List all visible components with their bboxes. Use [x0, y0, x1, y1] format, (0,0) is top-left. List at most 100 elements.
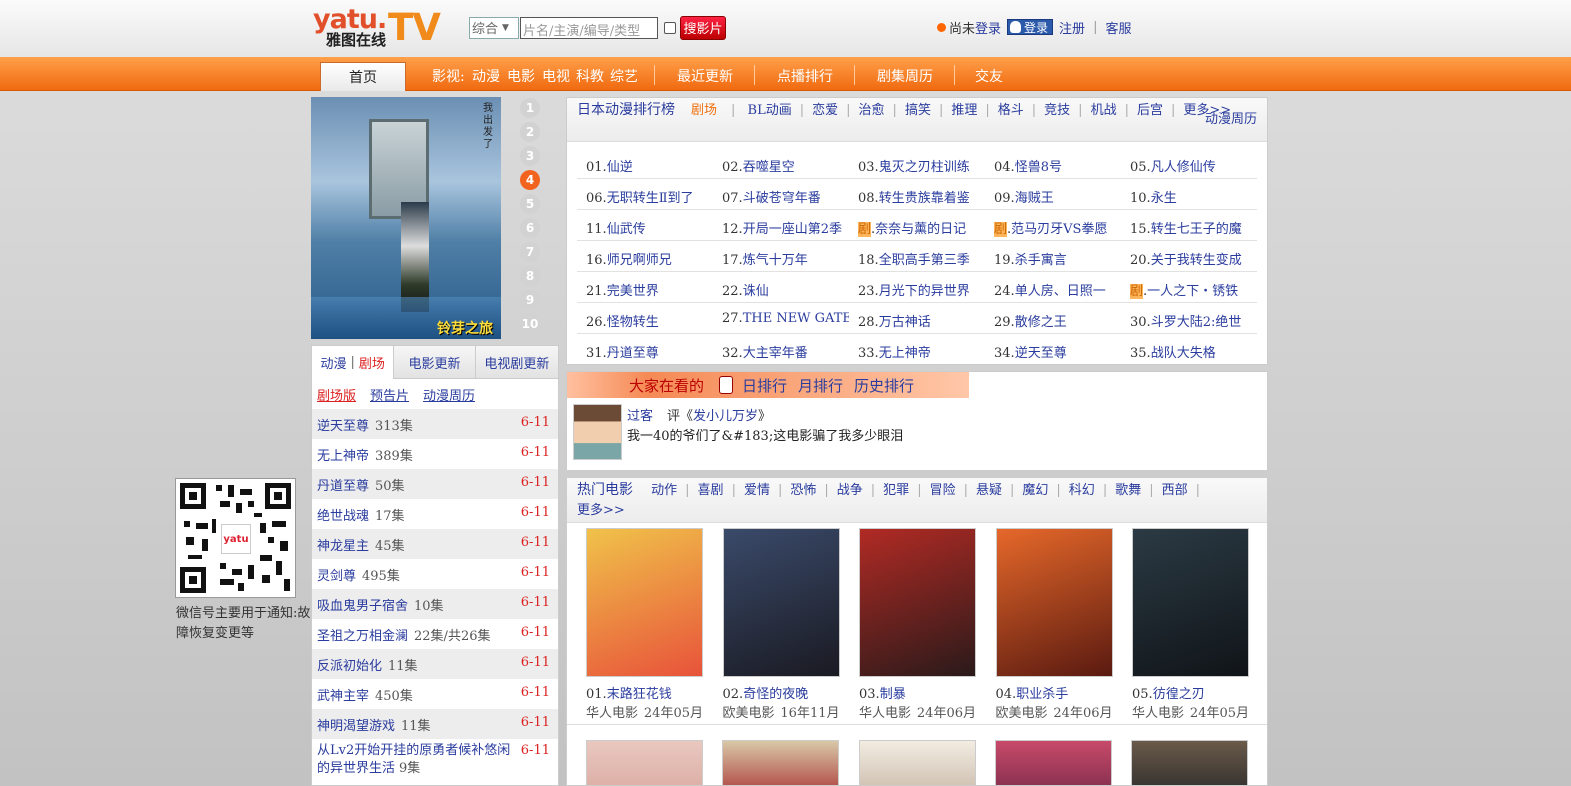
history-rank-link[interactable]: 历史排行 — [854, 375, 914, 396]
ranking-title[interactable]: 丹道至尊 — [607, 346, 659, 361]
ranking-title[interactable]: 关于我转生变成 — [1151, 253, 1242, 268]
more-link[interactable]: 更多>> — [577, 503, 625, 518]
movie-card[interactable]: 01.末路狂花钱 华人电影 24年05月 — [586, 528, 703, 721]
genre-link[interactable]: 悬疑 — [976, 483, 1002, 498]
ranking-title[interactable]: 单人房、日照一 — [1015, 284, 1106, 299]
ranking-title[interactable]: 无职转生Ⅱ到了 — [607, 191, 694, 206]
ranking-item[interactable]: 04.怪兽8号 — [985, 148, 1121, 178]
ranking-title[interactable]: 大主宰年番 — [743, 346, 808, 361]
ranking-item[interactable]: 22.诛仙 — [713, 272, 849, 302]
nav-recent[interactable]: 最近更新 — [677, 66, 733, 86]
hot-movies-title[interactable]: 热门电影 — [577, 482, 633, 498]
ranking-item[interactable]: 33.无上神帝 — [849, 334, 985, 365]
movie-poster[interactable] — [722, 528, 840, 677]
ranking-item[interactable]: 23.月光下的异世界 — [849, 272, 985, 302]
list-item[interactable]: 无上神帝 389集 6-11 — [312, 439, 558, 469]
ranking-title[interactable]: 师兄啊师兄 — [607, 253, 672, 268]
list-item[interactable]: 圣祖之万相金澜 22集/共26集 6-11 — [312, 619, 558, 649]
update-title[interactable]: 无上神帝 — [317, 445, 369, 464]
movie-title[interactable]: 彷徨之刃 — [1153, 687, 1205, 702]
anime-calendar-link[interactable]: 动漫周历 — [1205, 110, 1257, 130]
anime-ranking-title[interactable]: 日本动漫排行榜 — [577, 102, 675, 118]
nav-anime[interactable]: 动漫 — [472, 66, 500, 86]
movie-poster[interactable] — [722, 740, 839, 785]
genre-link[interactable]: 恐怖 — [790, 483, 816, 498]
movie-title[interactable]: 职业杀手 — [1016, 687, 1068, 702]
ranking-item[interactable]: 02.吞噬星空 — [713, 148, 849, 178]
genre-link[interactable]: 后宫 — [1137, 103, 1163, 118]
slide-number-3[interactable]: 3 — [520, 146, 540, 166]
ranking-title[interactable]: 凡人修仙传 — [1151, 160, 1216, 175]
ranking-title[interactable]: 转生七王子的魔 — [1151, 222, 1242, 237]
list-item[interactable]: 灵剑尊 495集 6-11 — [312, 559, 558, 589]
genre-link[interactable]: 动作 — [651, 483, 677, 498]
ranking-item[interactable]: 06.无职转生Ⅱ到了 — [577, 179, 713, 209]
slide-number-6[interactable]: 6 — [520, 218, 540, 238]
movie-card[interactable]: 03.制暴 华人电影 24年06月 — [859, 528, 976, 721]
ranking-item[interactable]: 35.战队大失格 — [1121, 334, 1257, 365]
list-item[interactable]: 武神主宰 450集 6-11 — [312, 679, 558, 709]
ranking-title[interactable]: THE NEW GATE — [743, 311, 849, 326]
slide-number-5[interactable]: 5 — [520, 194, 540, 214]
slide-number-8[interactable]: 8 — [520, 266, 540, 286]
list-item[interactable]: 吸血鬼男子宿舍 10集 6-11 — [312, 589, 558, 619]
genre-link[interactable]: 战争 — [837, 483, 863, 498]
genre-link[interactable]: 犯罪 — [883, 483, 909, 498]
ranking-title[interactable]: 仙武传 — [607, 222, 646, 237]
list-item[interactable]: 绝世战魂 17集 6-11 — [312, 499, 558, 529]
ranking-item[interactable]: 19.杀手寓言 — [985, 241, 1121, 271]
ranking-item[interactable]: 34.逆天至尊 — [985, 334, 1121, 365]
ranking-title[interactable]: 开局一座山第2季 — [743, 222, 842, 237]
ranking-title[interactable]: 转生贵族靠着鉴 — [879, 191, 970, 206]
ranking-title[interactable]: 一人之下・锈铁 — [1147, 284, 1238, 299]
slide-number-10[interactable]: 10 — [520, 314, 540, 334]
monthly-rank-link[interactable]: 月排行 — [798, 375, 843, 396]
ranking-item[interactable]: 01.仙逆 — [577, 148, 713, 178]
movie-poster[interactable] — [995, 528, 1113, 677]
nav-variety[interactable]: 综艺 — [610, 66, 638, 86]
ranking-title[interactable]: 怪物转生 — [607, 315, 659, 330]
movie-poster[interactable] — [995, 740, 1112, 785]
service-link[interactable]: 客服 — [1105, 18, 1131, 37]
ranking-item[interactable]: 29.散修之王 — [985, 303, 1121, 333]
ranking-title[interactable]: 逆天至尊 — [1015, 346, 1067, 361]
genre-link[interactable]: 搞笑 — [905, 103, 931, 118]
ranking-title[interactable]: 战队大失格 — [1151, 346, 1216, 361]
ranking-item[interactable]: 11.仙武传 — [577, 210, 713, 240]
update-title[interactable]: 神明渴望游戏 — [317, 715, 395, 734]
ranking-item[interactable]: 剧.一人之下・锈铁 — [1121, 272, 1257, 302]
update-title[interactable]: 灵剑尊 — [317, 565, 356, 584]
list-item[interactable]: 神龙星主 45集 6-11 — [312, 529, 558, 559]
ranking-item[interactable]: 12.开局一座山第2季 — [713, 210, 849, 240]
search-type-select[interactable]: 综合 ▼ — [469, 16, 519, 39]
ranking-item[interactable]: 17.炼气十万年 — [713, 241, 849, 271]
update-title[interactable]: 吸血鬼男子宿舍 — [317, 595, 408, 614]
genre-link[interactable]: 喜剧 — [698, 483, 724, 498]
genre-link[interactable]: 西部 — [1162, 483, 1188, 498]
ranking-title[interactable]: 杀手寓言 — [1015, 253, 1067, 268]
genre-link[interactable]: 爱情 — [744, 483, 770, 498]
slide-number-7[interactable]: 7 — [520, 242, 540, 262]
nav-movie[interactable]: 电影 — [507, 66, 535, 86]
ranking-item[interactable]: 16.师兄啊师兄 — [577, 241, 713, 271]
ranking-title[interactable]: 吞噬星空 — [743, 160, 795, 175]
ranking-item[interactable]: 09.海贼王 — [985, 179, 1121, 209]
ranking-title[interactable]: 万古神话 — [879, 315, 931, 330]
ranking-title[interactable]: 月光下的异世界 — [879, 284, 970, 299]
register-link[interactable]: 注册 — [1059, 18, 1085, 37]
genre-link[interactable]: 科幻 — [1069, 483, 1095, 498]
ranking-item[interactable]: 30.斗罗大陆2:绝世 — [1121, 303, 1257, 333]
movie-poster[interactable] — [1132, 528, 1249, 677]
comment-movie-link[interactable]: 发小儿万岁 — [693, 409, 758, 424]
ranking-item[interactable]: 08.转生贵族靠着鉴 — [849, 179, 985, 209]
movie-card[interactable]: 05.彷徨之刃 华人电影 24年05月 — [1132, 528, 1249, 721]
featured-poster[interactable]: 我出发了 铃芽之旅 — [311, 97, 501, 339]
ranking-item[interactable]: 剧.范马刃牙VS拳愿 — [985, 210, 1121, 240]
movie-card[interactable]: 04.职业杀手 欧美电影 24年06月 — [995, 528, 1113, 721]
anime-calendar-link[interactable]: 动漫周历 — [423, 385, 475, 404]
ranking-item[interactable]: 05.凡人修仙传 — [1121, 148, 1257, 178]
ranking-title[interactable]: 诛仙 — [743, 284, 769, 299]
tab-movie-updates[interactable]: 电影更新 — [394, 346, 476, 378]
genre-link[interactable]: 竞技 — [1044, 103, 1070, 118]
theater-link[interactable]: 剧场版 — [317, 385, 356, 404]
